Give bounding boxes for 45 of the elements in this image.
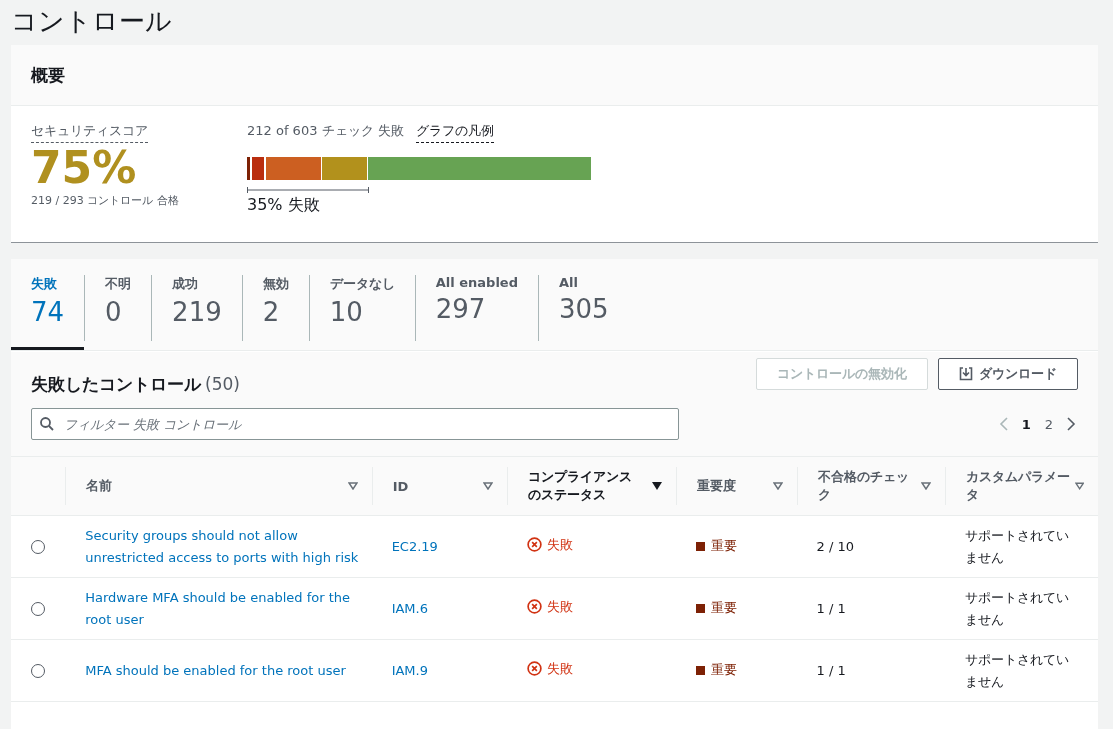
column-header[interactable]: ID — [392, 478, 409, 494]
status-text: 失敗 — [547, 535, 574, 554]
next-page-icon[interactable] — [1067, 417, 1076, 431]
control-id-link[interactable]: IAM.9 — [391, 659, 508, 682]
page-title: コントロール — [10, 5, 173, 38]
severity-text: 重要 — [711, 537, 737, 556]
control-link[interactable]: MFA should be enabled for the root user — [85, 659, 372, 682]
column-header[interactable]: 重要度 — [697, 477, 736, 495]
custom-parameters: サポートされていません — [965, 526, 1071, 567]
page-link[interactable]: 1 — [1021, 416, 1031, 432]
download-button[interactable]: ダウンロード — [938, 358, 1078, 390]
filter-field[interactable]: フィルター 失敗 コントロール — [31, 408, 679, 440]
failed-checks: 1 / 1 — [816, 662, 846, 678]
search-icon — [40, 417, 54, 431]
failed-checks: 2 / 10 — [816, 538, 855, 554]
status-text: 失敗 — [547, 659, 574, 678]
severity-text: 重要 — [711, 599, 737, 618]
tab[interactable]: All 305 — [537, 259, 629, 350]
status-text: 失敗 — [547, 597, 574, 616]
checks-summary: 212 of 603 チェック 失敗 — [247, 122, 404, 140]
table-count: (50) — [205, 374, 240, 394]
card-title: 概要 — [31, 63, 65, 87]
tab[interactable]: 不明 0 — [84, 259, 152, 350]
tab[interactable]: データなし 10 — [308, 259, 415, 350]
control-id-link[interactable]: EC2.19 — [391, 535, 508, 558]
control-id-link[interactable]: IAM.6 — [391, 597, 508, 620]
failed-share: 35% 失敗 — [247, 195, 320, 216]
failed-checks: 1 / 1 — [816, 600, 846, 616]
tab[interactable]: All enabled 297 — [414, 259, 538, 350]
control-link[interactable]: Security groups should not allow unrestricted access to ports with high risk — [85, 524, 372, 569]
severity-text: 重要 — [711, 661, 737, 680]
control-link[interactable]: Hardware MFA should be enabled for the root user — [85, 586, 372, 631]
legend-link[interactable]: グラフの凡例 — [415, 122, 494, 143]
sort-icon[interactable] — [652, 482, 662, 490]
score-label: セキュリティスコア — [31, 122, 148, 143]
custom-parameters: サポートされていません — [965, 588, 1071, 629]
column-header[interactable]: 名前 — [86, 477, 113, 495]
score-detail: 219 / 293 コントロール 合格 — [31, 193, 179, 208]
table-title: 失敗したコントロール — [31, 373, 201, 396]
score-value: 75% — [31, 143, 137, 193]
tab[interactable]: 無効 2 — [241, 259, 309, 350]
tab[interactable]: 成功 219 — [151, 259, 242, 350]
custom-parameters: サポートされていません — [965, 650, 1071, 691]
download-icon — [959, 367, 973, 381]
page-link[interactable]: 2 — [1044, 416, 1053, 432]
